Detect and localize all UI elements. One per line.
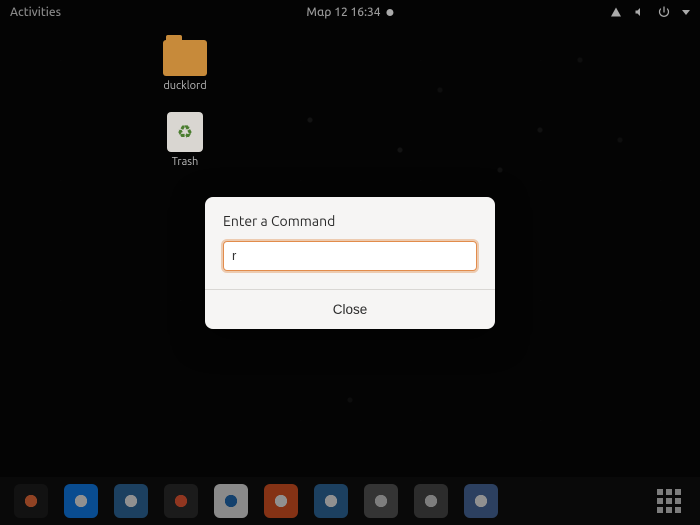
run-command-dialog-shroud: Enter a Command Close [0, 0, 700, 525]
close-button[interactable]: Close [205, 290, 495, 329]
run-command-dialog: Enter a Command Close [205, 197, 495, 329]
dialog-title: Enter a Command [223, 213, 477, 229]
command-input[interactable] [223, 241, 477, 271]
